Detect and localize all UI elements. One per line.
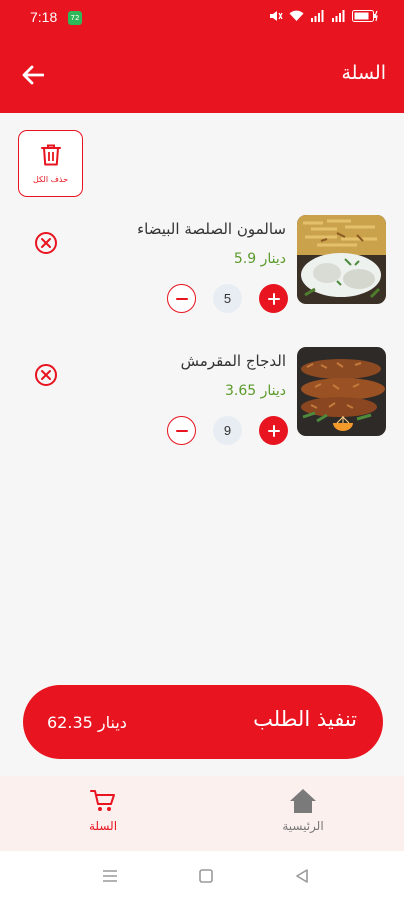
cart-icon [90,790,115,811]
battery-icon [352,10,378,22]
checkout-label: تنفيذ الطلب [253,707,357,731]
nav-item-home[interactable]: الرئيسية [258,786,348,846]
triangle-back-icon [296,869,308,883]
item-image [297,215,386,304]
bottom-nav: السلة الرئيسية [0,776,404,851]
plus-icon [267,292,280,305]
home-icon [290,789,316,813]
cart-item: الدجاج المقرمش 3.65 دينار 9 [0,345,404,445]
recent-apps-button[interactable] [101,867,119,885]
arrow-left-icon [22,65,44,85]
remove-item-icon[interactable] [34,231,58,255]
square-icon [199,869,213,883]
delete-all-label: حذف الكل [32,175,69,184]
status-icons [269,10,380,22]
item-price: 3.65 دينار [224,383,286,399]
page-title: السلة [341,62,387,84]
order-total: 62.35 دينار [47,713,127,732]
mute-icon [270,11,283,21]
minus-icon [175,297,188,300]
signal-icon [311,10,324,22]
trash-icon [40,144,61,166]
quantity-value: 9 [213,416,242,445]
checkout-button[interactable]: تنفيذ الطلب 62.35 دينار [23,685,383,759]
notification-badge: 72 [68,11,82,25]
wifi-icon [289,10,304,21]
item-name: الدجاج المقرمش [180,352,286,370]
increase-quantity-button[interactable] [259,284,288,313]
back-button[interactable] [18,60,48,90]
cart-item: سالمون الصلصة البيضاء 5.9 دينار 5 [0,213,404,313]
minus-icon [175,429,188,432]
nav-item-cart-label: السلة [88,819,118,833]
decrease-quantity-button[interactable] [167,284,196,313]
app-bar: السلة [0,36,404,113]
plus-icon [267,424,280,437]
remove-item-icon[interactable] [34,363,58,387]
menu-icon [103,870,117,882]
back-system-button[interactable] [293,867,311,885]
quantity-value: 5 [213,284,242,313]
system-navigation-bar [0,851,404,900]
increase-quantity-button[interactable] [259,416,288,445]
item-image [297,347,386,436]
status-time: 7:18 [30,9,58,25]
status-bar: 7:18 72 [0,0,404,36]
item-price: 5.9 دينار [233,251,286,267]
crispy-chicken-image [297,347,386,436]
item-name: سالمون الصلصة البيضاء [137,220,286,238]
nav-item-home-label: الرئيسية [282,819,324,833]
delete-all-button[interactable]: حذف الكل [18,130,83,197]
salmon-dish-image [297,215,386,304]
home-system-button[interactable] [197,867,215,885]
decrease-quantity-button[interactable] [167,416,196,445]
nav-item-cart[interactable]: السلة [58,786,148,846]
signal-icon-2 [332,10,345,22]
